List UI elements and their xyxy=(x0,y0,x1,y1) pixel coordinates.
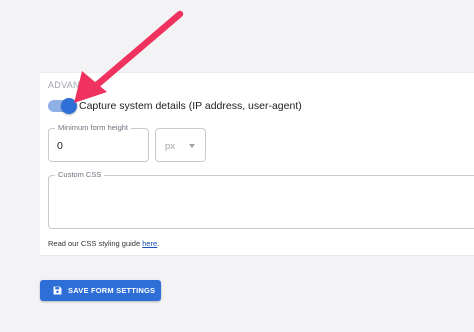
minimum-form-height-field[interactable]: Minimum form height 0 xyxy=(48,123,149,162)
chevron-down-icon xyxy=(189,144,195,148)
css-guide-text: Read our CSS styling guide here. xyxy=(48,239,159,248)
minimum-form-height-label: Minimum form height xyxy=(55,123,132,132)
css-guide-prefix: Read our CSS styling guide xyxy=(48,239,143,248)
height-unit-select[interactable]: px xyxy=(155,128,206,162)
toggle-knob xyxy=(61,98,77,114)
css-guide-suffix: . xyxy=(157,239,160,248)
save-form-settings-label: SAVE FORM SETTINGS xyxy=(68,286,156,295)
minimum-form-height-value[interactable]: 0 xyxy=(57,140,63,152)
custom-css-input[interactable] xyxy=(55,184,468,222)
css-guide-link[interactable]: here xyxy=(142,239,157,248)
advanced-settings-panel: ADVANCED Capture system details (IP addr… xyxy=(40,72,474,256)
save-form-settings-button[interactable]: SAVE FORM SETTINGS xyxy=(40,280,161,301)
custom-css-label: Custom CSS xyxy=(55,170,105,179)
custom-css-field[interactable]: Custom CSS xyxy=(48,170,474,229)
page: ADVANCED Capture system details (IP addr… xyxy=(0,0,474,332)
floppy-disk-icon xyxy=(53,286,62,295)
capture-system-details-label: Capture system details (IP address, user… xyxy=(79,100,302,112)
capture-system-details-toggle[interactable] xyxy=(48,98,77,114)
section-title: ADVANCED xyxy=(48,80,100,90)
height-unit-value: px xyxy=(165,141,176,152)
